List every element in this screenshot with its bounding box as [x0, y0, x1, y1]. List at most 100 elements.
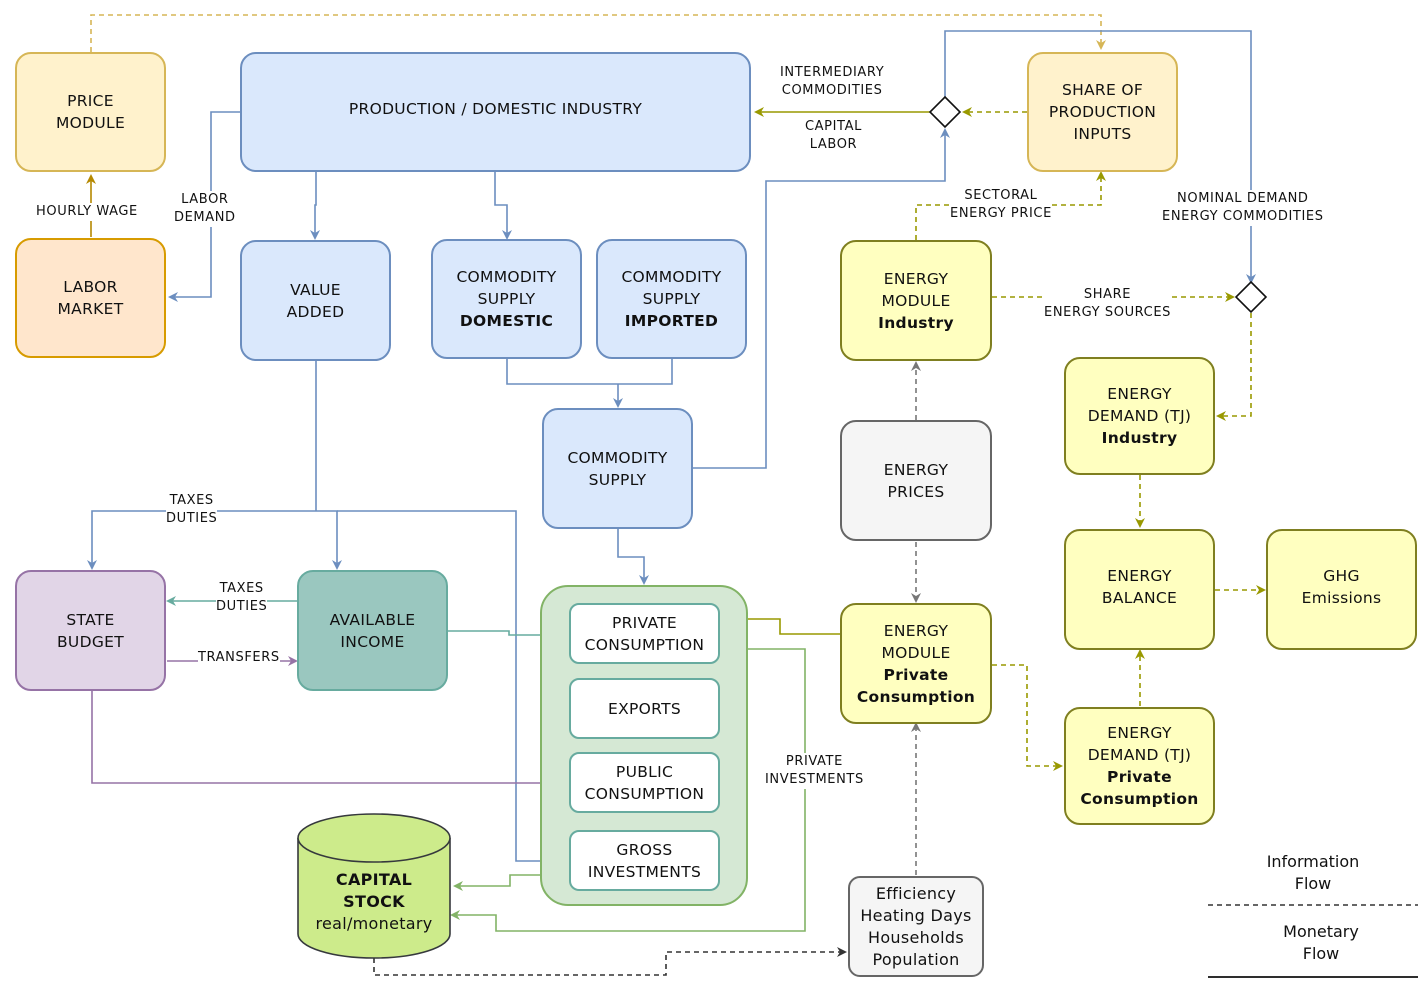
node-label: INVESTMENTS	[587, 862, 702, 881]
private-investments-label: PRIVATE INVESTMENTS	[765, 753, 864, 789]
node-label: real/monetary	[315, 914, 433, 933]
node-label: PRODUCTION	[1048, 103, 1157, 121]
commodity-supply-domestic-node[interactable]: COMMODITY SUPPLY DOMESTIC	[431, 239, 582, 359]
node-label: MODULE	[55, 114, 126, 132]
node-label: AVAILABLE	[329, 610, 416, 629]
node-label: ENERGY	[883, 460, 949, 479]
label-line: SHARE	[1083, 287, 1132, 302]
node-label: STATE	[66, 610, 115, 629]
exports-node[interactable]: EXPORTS	[569, 678, 720, 739]
available-income-node[interactable]: AVAILABLE INCOME	[297, 570, 448, 691]
edge-va-to-income	[316, 510, 342, 570]
node-label: COMMODITY	[567, 448, 668, 467]
label-line: ENERGY PRICE	[950, 206, 1052, 221]
node-label: CONSUMPTION	[584, 784, 705, 803]
gateway-diamond-production	[928, 95, 962, 129]
share-energy-sources-label: SHARE ENERGY SOURCES	[1044, 286, 1172, 322]
node-label: INCOME	[340, 632, 405, 651]
node-label: SHARE OF	[1061, 81, 1144, 99]
node-label-bold: DOMESTIC	[459, 312, 554, 330]
node-label-bold: Consumption	[856, 687, 976, 706]
energy-module-industry-node[interactable]: ENERGY MODULE Industry	[840, 240, 992, 361]
label-line: TAXES	[219, 581, 264, 596]
capital-stock-node[interactable]: CAPITAL STOCK real/monetary	[298, 866, 450, 938]
node-label: MARKET	[57, 300, 124, 318]
node-label: MODULE	[881, 291, 951, 310]
share-production-inputs-node[interactable]: SHARE OF PRODUCTION INPUTS	[1027, 52, 1178, 172]
node-label: Population	[872, 949, 960, 969]
taxes-duties-mid-label: TAXES DUTIES	[216, 580, 268, 616]
commodity-supply-node[interactable]: COMMODITY SUPPLY	[542, 408, 693, 529]
node-label: PRICES	[887, 482, 945, 501]
sectoral-energy-price-label: SECTORAL ENERGY PRICE	[950, 187, 1052, 223]
gateway-diamond-energy	[1234, 280, 1268, 314]
label-line: NOMINAL DEMAND	[1177, 191, 1309, 206]
node-label: Emissions	[1301, 589, 1382, 607]
value-added-node[interactable]: VALUE ADDED	[240, 240, 391, 361]
node-label: SUPPLY	[477, 290, 536, 308]
node-label-bold: STOCK	[343, 892, 405, 911]
node-label: GROSS	[616, 840, 673, 859]
label-line: CAPITAL	[805, 119, 862, 134]
labor-market-node[interactable]: LABOR MARKET	[15, 238, 166, 358]
legend-label: Flow	[1294, 874, 1332, 893]
energy-module-private-node[interactable]: ENERGY MODULE Private Consumption	[840, 603, 992, 724]
labor-demand-label: LABOR DEMAND	[174, 191, 236, 227]
ghg-emissions-node[interactable]: GHG Emissions	[1266, 529, 1417, 650]
label-line: COMMODITIES	[781, 83, 883, 98]
node-label: COMMODITY	[621, 268, 722, 286]
label-line: ENERGY SOURCES	[1044, 305, 1172, 320]
public-consumption-node[interactable]: PUBLIC CONSUMPTION	[569, 752, 720, 813]
commodity-supply-imported-node[interactable]: COMMODITY SUPPLY IMPORTED	[596, 239, 747, 359]
node-label: Households	[867, 927, 964, 947]
edge-prod-value-added	[310, 172, 320, 240]
gross-investments-node[interactable]: GROSS INVESTMENTS	[569, 830, 720, 891]
legend-label: Monetary	[1283, 922, 1359, 941]
node-label: SUPPLY	[588, 470, 647, 489]
node-label: CONSUMPTION	[584, 635, 705, 654]
edge-supply-to-final-demand	[617, 529, 649, 585]
transfers-label: TRANSFERS	[198, 649, 280, 667]
node-label: PRICE	[67, 92, 114, 110]
legend-monetary-flow: Monetary Flow	[1261, 921, 1381, 965]
energy-balance-node[interactable]: ENERGY BALANCE	[1064, 529, 1215, 650]
private-consumption-node[interactable]: PRIVATE CONSUMPTION	[569, 603, 720, 664]
nominal-demand-label: NOMINAL DEMAND ENERGY COMMODITIES	[1162, 190, 1324, 226]
taxes-duties-top-label: TAXES DUTIES	[166, 492, 218, 528]
node-label: SUPPLY	[642, 290, 701, 308]
capital-labor-label: CAPITAL LABOR	[805, 118, 862, 154]
label-line: TAXES	[169, 493, 214, 508]
label-line: PRIVATE	[785, 754, 843, 769]
edge-diamond-to-demand-industry	[1216, 313, 1252, 421]
energy-demand-private-node[interactable]: ENERGY DEMAND (TJ) Private Consumption	[1064, 707, 1215, 825]
node-label: LABOR	[63, 278, 118, 296]
node-label-bold: Private	[1107, 768, 1172, 786]
drivers-node[interactable]: Efficiency Heating Days Households Popul…	[848, 876, 984, 977]
energy-prices-node[interactable]: ENERGY PRICES	[840, 420, 992, 541]
node-label: ENERGY	[1107, 724, 1172, 742]
node-label-bold: CAPITAL	[335, 870, 413, 889]
node-label-bold: Private	[883, 665, 949, 684]
label-line: DUTIES	[216, 599, 268, 614]
node-label: EXPORTS	[607, 699, 681, 718]
price-module-node[interactable]: PRICE MODULE	[15, 52, 166, 172]
label-line: INTERMEDIARY	[780, 65, 885, 80]
edge-module-priv-to-demand	[992, 664, 1063, 771]
node-label: GHG	[1323, 567, 1360, 585]
edge-state-to-public	[91, 691, 568, 788]
edge-prod-domestic	[494, 172, 512, 240]
production-node[interactable]: PRODUCTION / DOMESTIC INDUSTRY	[240, 52, 751, 172]
node-label: ENERGY	[1107, 567, 1172, 585]
node-label: ENERGY	[1107, 385, 1172, 403]
energy-demand-industry-node[interactable]: ENERGY DEMAND (TJ) Industry	[1064, 357, 1215, 475]
node-label: DEMAND (TJ)	[1087, 746, 1192, 764]
node-label: ADDED	[286, 302, 345, 321]
node-label-bold: Industry	[878, 313, 954, 332]
legend-label: Flow	[1302, 944, 1340, 963]
state-budget-node[interactable]: STATE BUDGET	[15, 570, 166, 691]
node-label: INPUTS	[1073, 125, 1132, 143]
legend-label: Information	[1266, 852, 1360, 871]
node-label: PRIVATE	[611, 613, 678, 632]
node-label: ENERGY	[883, 621, 949, 640]
node-label: Efficiency	[875, 883, 957, 903]
